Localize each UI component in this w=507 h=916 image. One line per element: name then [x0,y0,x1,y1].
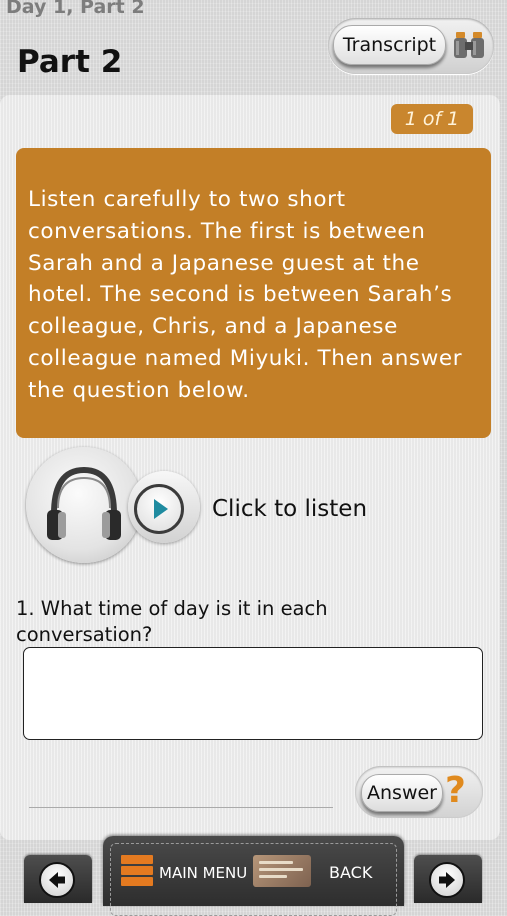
back-thumbnail-icon[interactable] [253,855,311,887]
main-menu-icon[interactable] [121,855,153,887]
transcript-control: Transcript [328,18,494,74]
instructions-box: Listen carefully to two short conversati… [16,148,491,438]
main-menu-button[interactable]: MAIN MENU [159,864,247,882]
question-text: 1. What time of day is it in each conver… [16,597,328,646]
answer-control: Answer ? [355,766,483,818]
page-indicator: 1 of 1 [391,104,473,134]
listen-label[interactable]: Click to listen [212,496,367,522]
divider [29,807,333,808]
headphones-icon [47,466,121,540]
breadcrumb: Day 1, Part 2 [6,0,145,18]
prev-button[interactable] [24,855,92,903]
page-title: Part 2 [17,44,123,80]
next-button[interactable] [414,855,482,903]
back-button[interactable]: BACK [329,863,372,882]
bottom-menu-bar: MAIN MENU BACK [103,836,404,916]
arrow-right-icon [429,862,465,898]
play-button[interactable] [134,484,184,534]
play-icon [154,499,168,519]
question-mark-icon[interactable]: ? [445,770,466,811]
binoculars-icon[interactable] [452,30,486,60]
answer-button[interactable]: Answer [361,774,443,812]
arrow-left-icon [39,862,75,898]
transcript-button[interactable]: Transcript [333,25,446,65]
answer-input[interactable] [23,647,483,740]
